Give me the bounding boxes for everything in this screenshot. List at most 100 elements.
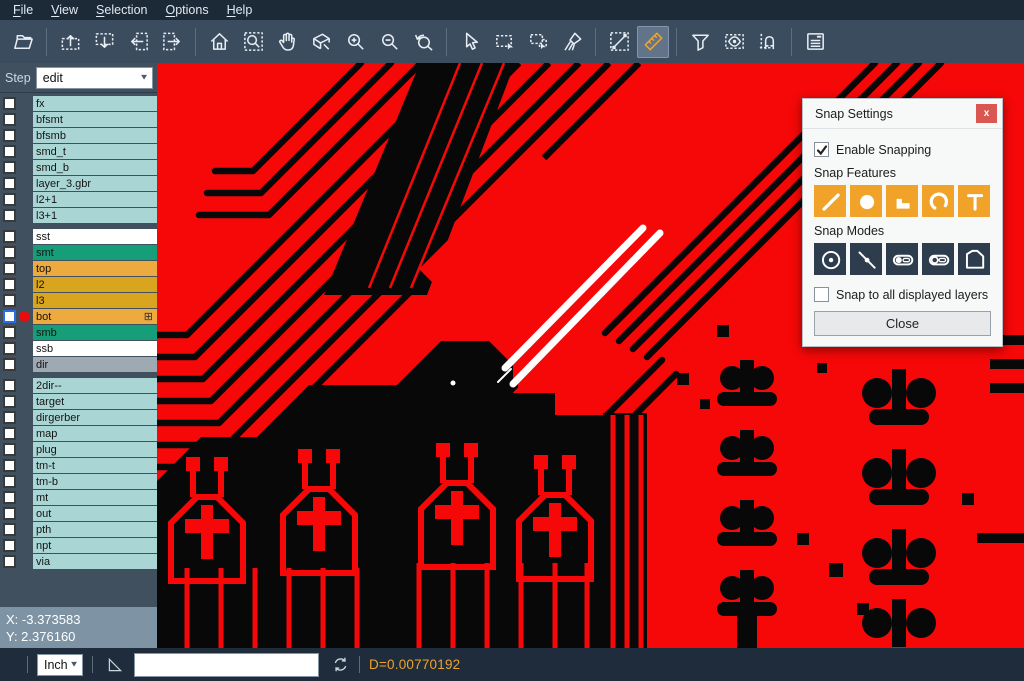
layer-visibility-checkbox[interactable] — [3, 113, 16, 126]
layer-visibility-checkbox[interactable] — [3, 427, 16, 440]
layer-row-dirgerber[interactable]: dirgerber — [0, 410, 157, 425]
layer-visibility-checkbox[interactable] — [3, 555, 16, 568]
layer-name[interactable]: bfsmb — [33, 128, 157, 143]
zoom-out-icon[interactable] — [373, 26, 405, 58]
zoom-fit-icon[interactable] — [237, 26, 269, 58]
layer-name[interactable]: pth — [33, 522, 157, 537]
enable-snapping-checkbox[interactable] — [814, 142, 829, 157]
layer-name[interactable]: smb — [33, 325, 157, 340]
layer-row-via[interactable]: via — [0, 554, 157, 569]
layer-name[interactable]: tm-t — [33, 458, 157, 473]
step-select[interactable]: edit ▼ — [36, 67, 153, 89]
layer-name[interactable]: smd_b — [33, 160, 157, 175]
layer-row-l3[interactable]: l3 — [0, 293, 157, 308]
open-folder-icon[interactable] — [7, 26, 39, 58]
ruler-icon[interactable] — [637, 26, 669, 58]
pan-hand-icon[interactable] — [271, 26, 303, 58]
select-cursor-icon[interactable] — [454, 26, 486, 58]
layer-row-l2[interactable]: l2 — [0, 277, 157, 292]
move-up-icon[interactable] — [54, 26, 86, 58]
layer-visibility-checkbox[interactable] — [3, 475, 16, 488]
menu-help[interactable]: Help — [218, 1, 262, 19]
layer-visibility-checkbox[interactable] — [3, 161, 16, 174]
snap-magnet-icon[interactable] — [752, 26, 784, 58]
layer-name[interactable]: bfsmt — [33, 112, 157, 127]
measure-input[interactable] — [134, 653, 319, 677]
unit-select[interactable]: Inch ▼ — [37, 654, 83, 676]
layer-row-l2+1[interactable]: l2+1 — [0, 192, 157, 207]
menu-selection[interactable]: Selection — [87, 1, 156, 19]
move-down-icon[interactable] — [88, 26, 120, 58]
layer-visibility-checkbox[interactable] — [3, 97, 16, 110]
layer-row-sst[interactable]: sst — [0, 229, 157, 244]
layer-row-smd_t[interactable]: smd_t — [0, 144, 157, 159]
layer-visibility-checkbox[interactable] — [3, 310, 16, 323]
layer-visibility-checkbox[interactable] — [3, 459, 16, 472]
close-button[interactable]: Close — [814, 311, 991, 336]
layer-name[interactable]: dir — [33, 357, 157, 372]
mode-center-button[interactable] — [814, 243, 846, 275]
layer-row-target[interactable]: target — [0, 394, 157, 409]
layer-visibility-checkbox[interactable] — [3, 278, 16, 291]
layer-row-smd_b[interactable]: smd_b — [0, 160, 157, 175]
layer-name[interactable]: out — [33, 506, 157, 521]
measure-line-icon[interactable] — [603, 26, 635, 58]
layer-name[interactable]: top — [33, 261, 157, 276]
layer-row-tm-b[interactable]: tm-b — [0, 474, 157, 489]
layer-visibility-checkbox[interactable] — [3, 358, 16, 371]
dialog-titlebar[interactable]: Snap Settings x — [803, 99, 1002, 129]
layer-name[interactable]: bot⊞ — [33, 309, 157, 324]
mode-midpoint-button[interactable] — [850, 243, 882, 275]
move-right-icon[interactable] — [156, 26, 188, 58]
snap-surface-button[interactable] — [886, 185, 918, 217]
enable-snapping-row[interactable]: Enable Snapping — [814, 142, 991, 157]
layer-row-2dir--[interactable]: 2dir-- — [0, 378, 157, 393]
snap-arc-button[interactable] — [922, 185, 954, 217]
layer-name[interactable]: l2 — [33, 277, 157, 292]
layer-name[interactable]: l3+1 — [33, 208, 157, 223]
layer-row-smt[interactable]: smt — [0, 245, 157, 260]
menu-options[interactable]: Options — [156, 1, 217, 19]
layer-row-dir[interactable]: dir — [0, 357, 157, 372]
layer-row-mt[interactable]: mt — [0, 490, 157, 505]
layer-visibility-checkbox[interactable] — [3, 411, 16, 424]
view-eye-icon[interactable] — [718, 26, 750, 58]
layer-name[interactable]: smd_t — [33, 144, 157, 159]
layer-row-layer_3.gbr[interactable]: layer_3.gbr — [0, 176, 157, 191]
layer-row-tm-t[interactable]: tm-t — [0, 458, 157, 473]
snap-all-row[interactable]: Snap to all displayed layers — [814, 287, 991, 302]
layer-name[interactable]: dirgerber — [33, 410, 157, 425]
layer-visibility-checkbox[interactable] — [3, 326, 16, 339]
layer-row-l3+1[interactable]: l3+1 — [0, 208, 157, 223]
layer-visibility-checkbox[interactable] — [3, 507, 16, 520]
layer-visibility-checkbox[interactable] — [3, 491, 16, 504]
menu-view[interactable]: View — [42, 1, 87, 19]
layer-row-map[interactable]: map — [0, 426, 157, 441]
zoom-in-icon[interactable] — [339, 26, 371, 58]
snap-pad-button[interactable] — [850, 185, 882, 217]
layer-form-icon[interactable] — [799, 26, 831, 58]
layer-name[interactable]: sst — [33, 229, 157, 244]
layer-visibility-checkbox[interactable] — [3, 294, 16, 307]
group-select-icon[interactable] — [522, 26, 554, 58]
layer-row-out[interactable]: out — [0, 506, 157, 521]
layer-visibility-checkbox[interactable] — [3, 539, 16, 552]
layer-row-bot[interactable]: bot⊞ — [0, 309, 157, 324]
zoom-previous-icon[interactable] — [407, 26, 439, 58]
layer-visibility-checkbox[interactable] — [3, 145, 16, 158]
layer-name[interactable]: npt — [33, 538, 157, 553]
move-left-icon[interactable] — [122, 26, 154, 58]
layer-row-npt[interactable]: npt — [0, 538, 157, 553]
layer-visibility-checkbox[interactable] — [3, 230, 16, 243]
layer-name[interactable]: target — [33, 394, 157, 409]
layer-row-bfsmb[interactable]: bfsmb — [0, 128, 157, 143]
layer-row-fx[interactable]: fx — [0, 96, 157, 111]
layer-visibility-checkbox[interactable] — [3, 177, 16, 190]
layer-visibility-checkbox[interactable] — [3, 262, 16, 275]
layer-name[interactable]: ssb — [33, 341, 157, 356]
layer-visibility-checkbox[interactable] — [3, 443, 16, 456]
menu-file[interactable]: File — [4, 1, 42, 19]
snap-text-button[interactable] — [958, 185, 990, 217]
layer-name[interactable]: smt — [33, 245, 157, 260]
layer-name[interactable]: plug — [33, 442, 157, 457]
